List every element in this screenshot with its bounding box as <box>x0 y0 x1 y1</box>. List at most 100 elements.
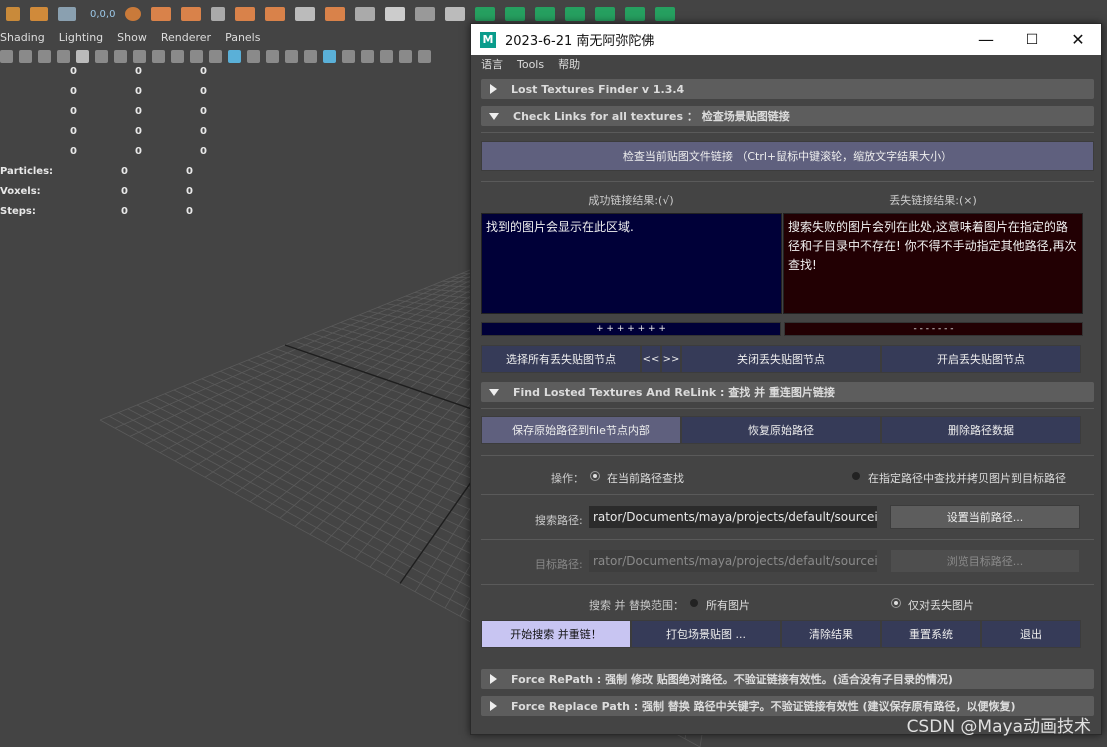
search-path-input[interactable]: rator/Documents/maya/projects/default/so… <box>589 506 877 528</box>
collapsed-arrow-icon <box>490 701 497 711</box>
shelf-tool-icon[interactable] <box>30 7 48 21</box>
success-results-header: 成功链接结果:(√) <box>588 194 674 207</box>
viewport-menu-lighting[interactable]: Lighting <box>59 31 103 44</box>
menu-help[interactable]: 帮助 <box>558 56 580 72</box>
maya-app-icon: M <box>480 31 496 48</box>
smooth-shade-icon[interactable] <box>228 49 241 63</box>
radio-scope-lost[interactable] <box>892 599 900 607</box>
radio-scope-lost-label[interactable]: 仅对丢失图片 <box>908 597 974 613</box>
shelf-tool-icon[interactable] <box>655 7 676 21</box>
restore-original-path-button[interactable]: 恢复原始路径 <box>681 416 881 444</box>
success-results-text: 找到的图片会显示在此区域. <box>486 220 634 234</box>
section-find-header[interactable]: Find Losted Textures And ReLink : 查找 并 重… <box>481 382 1094 402</box>
viewport-menu-shading[interactable]: Shading <box>0 31 45 44</box>
section-force-repath-header[interactable]: Force RePath : 强制 修改 贴图绝对路径。不验证链接有效性。(适合… <box>481 669 1094 689</box>
depth-of-field-icon[interactable] <box>418 49 431 63</box>
safe-action-icon[interactable] <box>171 49 184 63</box>
shelf-tool-icon[interactable] <box>385 7 406 21</box>
wireframe-on-shaded-icon[interactable] <box>266 49 279 63</box>
shelf-tool-icon[interactable] <box>625 7 646 21</box>
ambient-occlusion-icon[interactable] <box>361 49 374 63</box>
minimize-button[interactable]: — <box>963 24 1009 55</box>
shelf-tool-icon[interactable] <box>505 7 526 21</box>
viewport-menu-show[interactable]: Show <box>117 31 147 44</box>
failed-results-area[interactable]: 搜索失败的图片会列在此处,这意味着图片在指定的路径和子目录中不存在! 你不得不手… <box>783 213 1083 314</box>
maximize-button[interactable]: ☐ <box>1009 24 1055 55</box>
shelf-tool-icon[interactable] <box>235 7 256 21</box>
target-path-label: 目标路径: <box>535 558 583 571</box>
delete-path-data-button[interactable]: 删除路径数据 <box>881 416 1081 444</box>
camera-icon[interactable] <box>0 49 13 63</box>
shelf-tool-icon[interactable] <box>211 7 226 21</box>
failed-count-bar[interactable]: - - - - - - - <box>784 322 1083 336</box>
radio-scope-all-label[interactable]: 所有图片 <box>706 597 750 613</box>
shelf-tool-icon[interactable] <box>475 7 496 21</box>
resolution-gate-icon[interactable] <box>114 49 127 63</box>
radio-scope-all[interactable] <box>690 599 698 607</box>
set-current-path-button[interactable]: 设置当前路径... <box>890 505 1080 529</box>
radio-specified-path[interactable] <box>852 472 860 480</box>
radio-specified-path-label[interactable]: 在指定路径中查找并拷贝图片到目标路径 <box>868 470 1066 486</box>
save-original-path-button[interactable]: 保存原始路径到file节点内部 <box>481 416 681 444</box>
default-material-icon[interactable] <box>247 49 260 63</box>
exit-button[interactable]: 退出 <box>981 620 1081 648</box>
radio-current-path-label[interactable]: 在当前路径查找 <box>607 470 684 486</box>
shelf-tool-icon[interactable] <box>355 7 376 21</box>
select-lost-nodes-button[interactable]: 选择所有丢失贴图节点 <box>481 345 641 373</box>
section-finder-header[interactable]: Lost Textures Finder v 1.3.4 <box>481 79 1094 99</box>
image-plane-icon[interactable] <box>57 49 70 63</box>
close-lost-nodes-button[interactable]: 关闭丢失贴图节点 <box>681 345 881 373</box>
shelf-tool-icon[interactable] <box>295 7 316 21</box>
shelf-tool-icon[interactable] <box>445 7 466 21</box>
prev-button[interactable]: << <box>641 345 661 373</box>
failed-results-text: 搜索失败的图片会列在此处,这意味着图片在指定的路径和子目录中不存在! 你不得不手… <box>788 220 1077 272</box>
menu-language[interactable]: 语言 <box>481 56 503 72</box>
target-path-input[interactable]: rator/Documents/maya/projects/default/so… <box>589 550 877 572</box>
grid-toggle-icon[interactable] <box>76 49 89 63</box>
shelf-tool-icon[interactable] <box>535 7 556 21</box>
success-count-bar[interactable]: + + + + + + + <box>481 322 781 336</box>
film-gate-icon[interactable] <box>95 49 108 63</box>
close-button[interactable]: ✕ <box>1055 24 1101 55</box>
clear-results-button[interactable]: 清除结果 <box>781 620 881 648</box>
next-button[interactable]: >> <box>661 345 681 373</box>
safe-title-icon[interactable] <box>190 49 203 63</box>
success-results-area[interactable]: 找到的图片会显示在此区域. <box>481 213 782 314</box>
motion-blur-icon[interactable] <box>380 49 393 63</box>
stats-row-steps: Steps: 0 0 <box>0 206 193 217</box>
xray-icon[interactable] <box>285 49 298 63</box>
browse-target-path-button[interactable]: 浏览目标路径... <box>890 549 1080 573</box>
shadows-icon[interactable] <box>342 49 355 63</box>
shelf-tool-icon[interactable] <box>6 7 20 21</box>
shelf-tool-icon[interactable] <box>565 7 586 21</box>
wireframe-icon[interactable] <box>209 49 222 63</box>
pack-scene-textures-button[interactable]: 打包场景贴图 ... <box>631 620 781 648</box>
window-titlebar[interactable]: M 2023-6-21 南无阿弥陀佛 — ☐ ✕ <box>471 24 1101 55</box>
reset-system-button[interactable]: 重置系统 <box>881 620 981 648</box>
collapsed-arrow-icon <box>490 674 497 684</box>
shelf-tool-icon[interactable] <box>125 7 142 21</box>
divider <box>481 494 1094 495</box>
check-links-button[interactable]: 检查当前贴图文件链接 （Ctrl+鼠标中键滚轮，缩放文字结果大小） <box>481 141 1094 171</box>
shelf-tool-icon[interactable] <box>151 7 172 21</box>
textured-icon[interactable] <box>304 49 317 63</box>
viewport-menu-renderer[interactable]: Renderer <box>161 31 211 44</box>
shelf-tool-icon[interactable] <box>595 7 616 21</box>
shelf-tool-icon[interactable] <box>265 7 286 21</box>
bookmark-icon[interactable] <box>19 49 32 63</box>
start-search-relink-button[interactable]: 开始搜索 并重链！ <box>481 620 631 648</box>
shelf-tool-icon[interactable] <box>181 7 202 21</box>
shelf-tool-icon[interactable] <box>415 7 436 21</box>
gate-mask-icon[interactable] <box>133 49 146 63</box>
field-chart-icon[interactable] <box>152 49 165 63</box>
radio-current-path[interactable] <box>591 472 599 480</box>
menu-tools[interactable]: Tools <box>517 58 544 71</box>
camera-attributes-icon[interactable] <box>38 49 51 63</box>
shelf-tool-icon[interactable] <box>325 7 346 21</box>
lighting-icon[interactable] <box>323 49 336 63</box>
open-lost-nodes-button[interactable]: 开启丢失贴图节点 <box>881 345 1081 373</box>
viewport-menu-panels[interactable]: Panels <box>225 31 260 44</box>
anti-aliasing-icon[interactable] <box>399 49 412 63</box>
section-check-header[interactable]: Check Links for all textures ： 检查场景贴图链接 <box>481 106 1094 126</box>
shelf-tool-icon[interactable] <box>58 7 76 21</box>
